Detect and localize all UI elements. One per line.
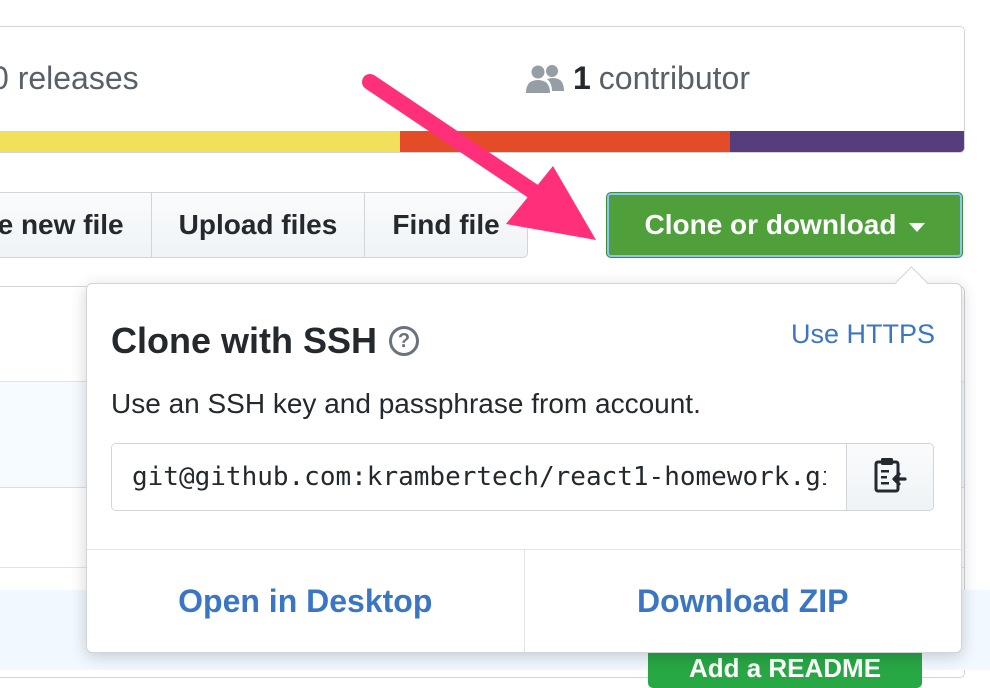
language-segment <box>730 131 964 152</box>
find-file-button[interactable]: Find file <box>365 193 526 257</box>
help-icon[interactable]: ? <box>389 326 420 356</box>
upload-files-button[interactable]: Upload files <box>152 193 366 257</box>
language-segment <box>0 131 400 152</box>
clone-or-download-button[interactable]: Clone or download <box>606 192 963 258</box>
contributor-count: 1 <box>573 60 591 96</box>
add-readme-button[interactable]: Add a README <box>648 648 922 688</box>
clone-description: Use an SSH key and passphrase from accou… <box>111 388 701 419</box>
contributor-label: contributor <box>598 60 750 96</box>
dropdown-notch <box>895 266 928 299</box>
repo-summary: 0 releases 1 contributor <box>0 26 965 153</box>
clone-dropdown: Clone with SSH ? Use HTTPS Use an SSH ke… <box>86 266 962 653</box>
releases-count[interactable]: 0 releases <box>0 60 139 97</box>
create-new-file-button[interactable]: Create new file <box>0 193 152 257</box>
clone-button-label: Clone or download <box>644 209 897 240</box>
download-zip-button[interactable]: Download ZIP <box>525 550 962 652</box>
clone-options: Open in Desktop Download ZIP <box>87 549 961 652</box>
clipboard-icon <box>873 456 907 499</box>
clone-url-input[interactable] <box>112 444 846 510</box>
copy-to-clipboard-button[interactable] <box>846 444 933 510</box>
caret-down-icon <box>908 222 925 232</box>
people-icon <box>525 64 565 94</box>
language-bar[interactable] <box>0 131 964 152</box>
clone-url-group <box>111 443 934 511</box>
clone-panel-title: Clone with SSH ? <box>111 320 420 362</box>
contributors-link[interactable]: 1 contributor <box>525 60 750 97</box>
file-actions: Create new file Upload files Find file <box>0 192 528 258</box>
use-https-link[interactable]: Use HTTPS <box>791 319 935 350</box>
language-segment <box>399 131 731 152</box>
open-in-desktop-button[interactable]: Open in Desktop <box>87 550 525 652</box>
clone-title-text: Clone with SSH <box>111 320 378 361</box>
